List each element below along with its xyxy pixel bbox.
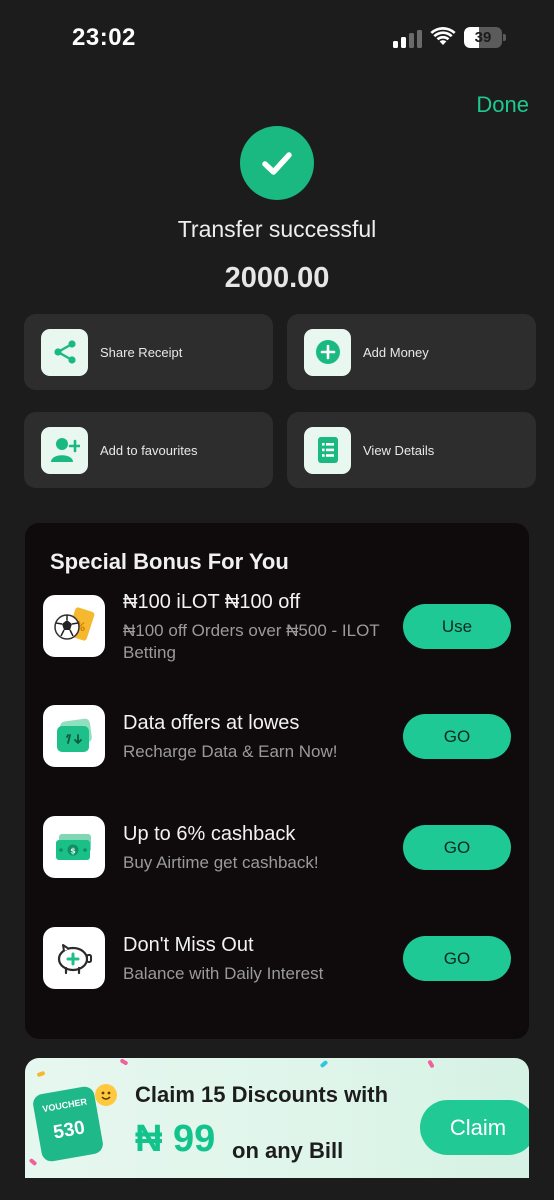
offer-go-button[interactable]: GO [403, 714, 511, 759]
offer-subtitle: Recharge Data & Earn Now! [123, 742, 338, 761]
share-receipt-label: Share Receipt [100, 344, 183, 360]
view-details-label: View Details [363, 442, 435, 458]
transfer-amount: 2000.00 [224, 262, 330, 294]
voucher-label: VOUCHER [41, 1096, 88, 1115]
done-button[interactable]: Done [476, 92, 529, 118]
offer-title: Up to 6% cashback [123, 823, 296, 845]
smiley-emoji-icon [95, 1084, 117, 1106]
offer-subtitle: ₦100 off Orders over ₦500 - ILOT Betting [123, 621, 380, 662]
banner-headline: Claim 15 Discounts with [135, 1082, 389, 1107]
success-check-icon [240, 126, 314, 200]
offer-go-button[interactable]: GO [403, 825, 511, 870]
data-card-icon [43, 705, 105, 767]
piggy-bank-icon [43, 927, 105, 989]
offer-use-button[interactable]: Use [403, 604, 511, 649]
details-list-icon [304, 426, 351, 474]
bonus-section-title: Special Bonus For You [50, 549, 289, 574]
cellular-signal-icon [393, 30, 423, 48]
status-time: 23:02 [72, 24, 136, 51]
special-bonus-card: Special Bonus For You % ₦100 iLOT ₦100 o… [25, 523, 529, 1039]
wifi-icon [430, 26, 456, 46]
transfer-status-title: Transfer successful [177, 216, 377, 242]
status-bar: 23:02 39 [0, 0, 554, 80]
claim-discount-banner[interactable]: VOUCHER 530 Claim 15 Discounts with ₦ 99… [25, 1058, 529, 1178]
view-details-button[interactable]: View Details [287, 412, 536, 488]
offer-title: ₦100 iLOT ₦100 off [123, 591, 301, 613]
add-money-label: Add Money [363, 344, 429, 360]
offer-go-button[interactable]: GO [403, 936, 511, 981]
battery-level: 39 [474, 29, 492, 46]
svg-text:$: $ [70, 847, 76, 856]
offer-subtitle: Balance with Daily Interest [123, 964, 324, 983]
share-icon [41, 328, 88, 376]
banner-currency: ₦ [135, 1118, 163, 1160]
add-to-favourites-label: Add to favourites [100, 442, 198, 458]
add-user-icon [41, 426, 88, 474]
add-money-button[interactable]: Add Money [287, 314, 536, 390]
offer-title: Data offers at lowes [123, 712, 300, 734]
offer-subtitle: Buy Airtime get cashback! [123, 853, 319, 872]
betting-ticket-icon: % [43, 595, 105, 657]
banner-suffix: on any Bill [232, 1138, 344, 1163]
claim-button[interactable]: Claim [420, 1100, 529, 1155]
offer-title: Don't Miss Out [123, 934, 254, 956]
share-receipt-button[interactable]: Share Receipt [24, 314, 273, 390]
voucher-icon: VOUCHER 530 [31, 1085, 105, 1163]
banner-amount: 99 [173, 1118, 216, 1160]
plus-circle-icon [304, 328, 351, 376]
cash-icon: $ [43, 816, 105, 878]
battery-icon: 39 [464, 27, 506, 48]
voucher-value: 530 [51, 1117, 87, 1144]
add-to-favourites-button[interactable]: Add to favourites [24, 412, 273, 488]
